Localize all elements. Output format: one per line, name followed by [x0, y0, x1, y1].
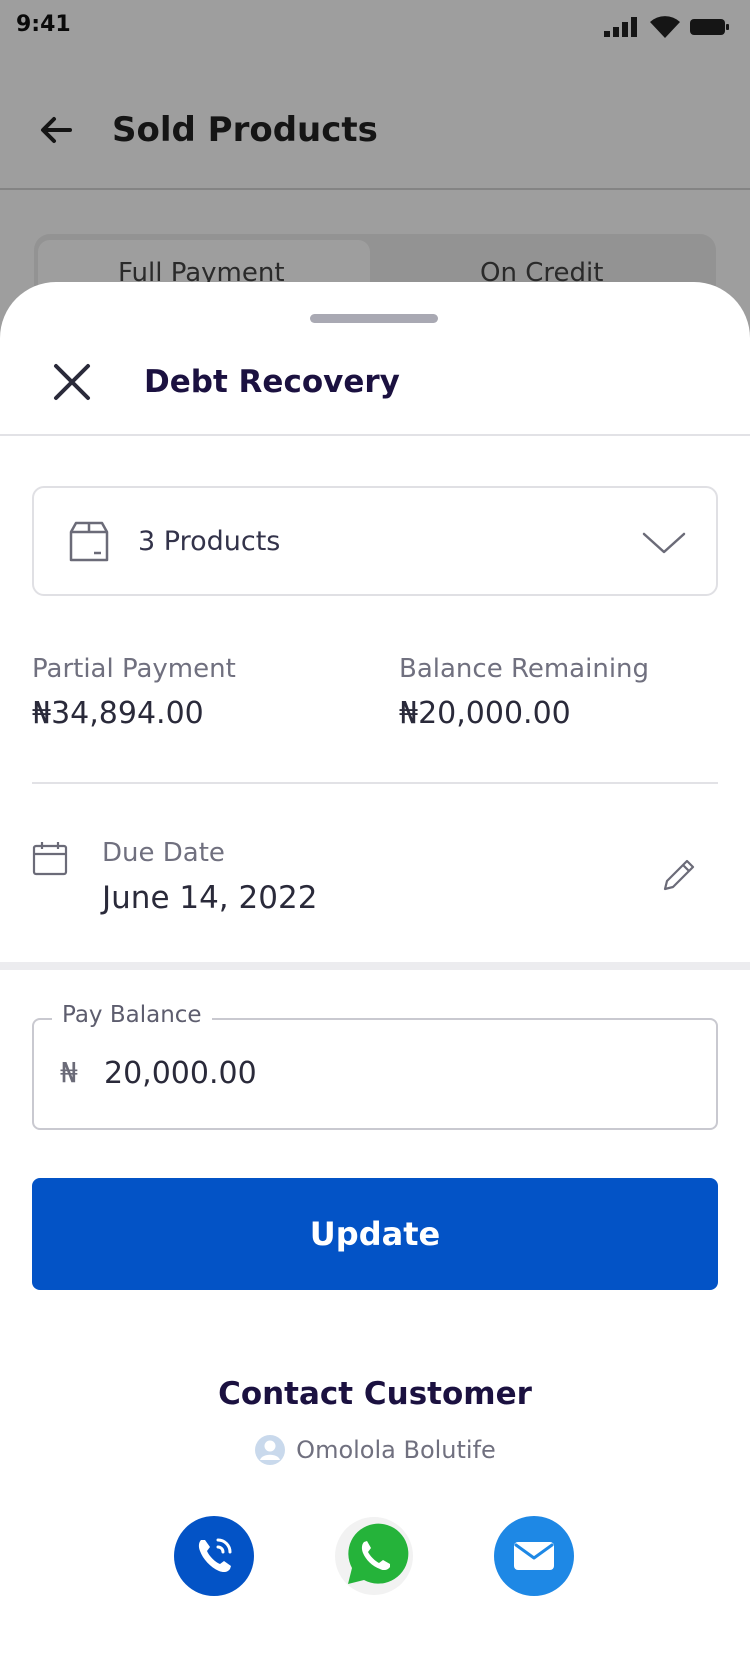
calendar-icon [32, 842, 68, 876]
sheet-header: Debt Recovery [0, 340, 750, 436]
due-date-value: June 14, 2022 [102, 880, 318, 916]
balance-remaining-value: ₦20,000.00 [399, 696, 571, 731]
person-icon [255, 1435, 286, 1465]
pay-balance-input[interactable] [104, 1048, 684, 1098]
customer-name: Omolola Bolutife [296, 1436, 496, 1464]
box-icon [69, 521, 109, 562]
chevron-down-icon [642, 532, 686, 554]
pencil-icon[interactable] [660, 856, 698, 894]
due-date-label: Due Date [102, 838, 225, 868]
pay-balance-label: Pay Balance [52, 1002, 212, 1028]
whatsapp-button[interactable] [334, 1516, 414, 1596]
customer-row: Omolola Bolutife [0, 1434, 750, 1470]
mail-icon [514, 1542, 554, 1570]
products-label: 3 Products [138, 526, 281, 557]
phone-icon [198, 1538, 232, 1573]
partial-payment-value: ₦34,894.00 [32, 696, 204, 731]
balance-remaining-label: Balance Remaining [399, 654, 650, 684]
debt-recovery-sheet: Debt Recovery 3 Products Partial Payment… [0, 282, 750, 1664]
currency-symbol: ₦ [60, 1056, 78, 1089]
divider [32, 782, 718, 784]
update-button[interactable]: Update [32, 1178, 718, 1290]
contact-customer-title: Contact Customer [218, 1376, 532, 1412]
email-button[interactable] [494, 1516, 574, 1596]
sheet-title: Debt Recovery [144, 364, 400, 400]
pay-balance-field[interactable]: Pay Balance ₦ [32, 1002, 718, 1130]
partial-payment-label: Partial Payment [32, 654, 236, 684]
close-icon[interactable] [50, 360, 94, 404]
call-button[interactable] [174, 1516, 254, 1596]
whatsapp-icon [335, 1517, 413, 1595]
section-divider [0, 962, 750, 970]
products-dropdown[interactable]: 3 Products [32, 486, 718, 596]
drag-handle[interactable] [310, 314, 438, 323]
